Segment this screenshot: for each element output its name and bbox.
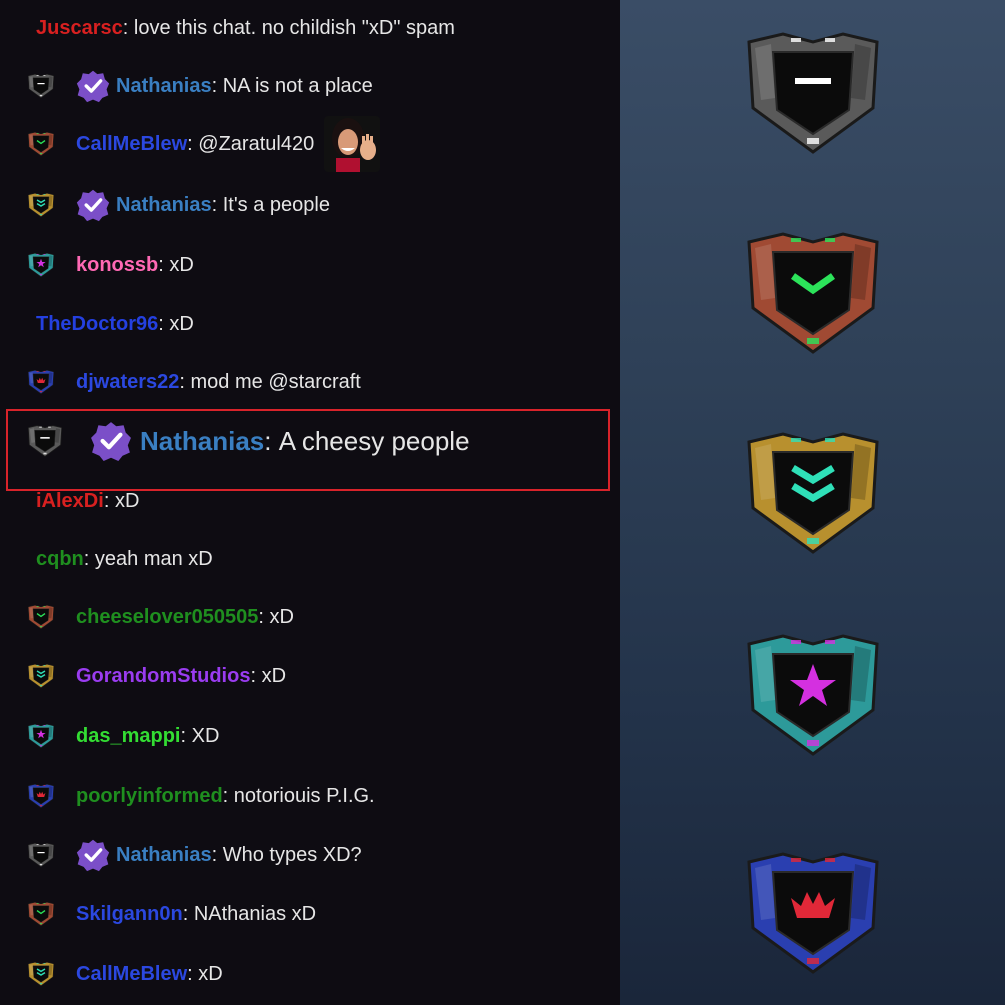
- chat-separator: :: [250, 664, 262, 687]
- gold-rank-icon: [27, 192, 55, 218]
- chat-separator: :: [122, 16, 134, 39]
- chat-message: CallMeBlew: @Zaratul420: [0, 116, 620, 172]
- chat-message: TheDoctor96: xD: [0, 304, 620, 344]
- chat-text: @Zaratul420: [198, 132, 315, 155]
- bronze-rank-icon: [27, 842, 55, 868]
- chat-username[interactable]: Juscarsc: [36, 17, 123, 40]
- chat-separator: :: [180, 724, 192, 747]
- chat-separator: :: [103, 489, 115, 512]
- chat-message: cheeselover050505: xD: [0, 597, 620, 637]
- diamond-rank-icon: [27, 369, 55, 395]
- chat-text: mod me @starcraft: [190, 370, 361, 393]
- verified-badge-icon: [76, 839, 110, 872]
- chat-separator: :: [83, 547, 95, 570]
- chat-username[interactable]: CallMeBlew: [76, 133, 187, 156]
- gold-rank-emblem-icon: [747, 432, 879, 554]
- platinum-rank-emblem-icon: [747, 634, 879, 756]
- chat-message: GorandomStudios: xD: [0, 656, 620, 696]
- chat-username[interactable]: poorlyinformed: [76, 785, 223, 808]
- chat-separator: :: [222, 784, 234, 807]
- chat-username[interactable]: Nathanias: [116, 75, 212, 98]
- gold-rank-icon: [27, 663, 55, 689]
- chat-message: Skilgann0n: NAthanias xD: [0, 894, 620, 934]
- chat-text: xD: [198, 962, 223, 985]
- chat-separator: :: [187, 132, 199, 155]
- chat-message: Juscarsc: love this chat. no childish "x…: [0, 8, 620, 48]
- chat-text: Who types XD?: [222, 843, 362, 866]
- chat-text: xD: [114, 489, 140, 512]
- chat-username[interactable]: Nathanias: [116, 844, 212, 867]
- verified-badge-icon: [76, 70, 110, 103]
- waving-person-emote-icon: [324, 116, 381, 172]
- bronze-rank-icon: [27, 73, 55, 99]
- platinum-rank-icon: [27, 252, 55, 278]
- chat-username[interactable]: cheeselover050505: [76, 606, 258, 629]
- chat-message: Nathanias: It's a people: [0, 185, 620, 225]
- chat-username[interactable]: GorandomStudios: [76, 665, 250, 688]
- chat-message: iAlexDi: xD: [0, 481, 620, 521]
- chat-username[interactable]: das_mappi: [76, 725, 180, 748]
- chat-text: xD: [269, 605, 294, 628]
- chat-text: It's a people: [222, 193, 330, 216]
- chat-username[interactable]: Nathanias: [116, 194, 212, 217]
- chat-text: love this chat. no childish "xD" spam: [133, 16, 455, 39]
- chat-message: CallMeBlew: xD: [0, 954, 620, 994]
- chat-separator: :: [211, 843, 223, 866]
- chat-text: xD: [261, 664, 287, 687]
- chat-text: XD: [191, 724, 220, 747]
- chat-message: djwaters22: mod me @starcraft: [0, 362, 620, 402]
- chat-text: yeah man xD: [94, 547, 213, 570]
- chat-message: Nathanias: NA is not a place: [0, 66, 620, 106]
- chat-separator: :: [179, 370, 191, 393]
- chat-username[interactable]: iAlexDi: [36, 490, 104, 513]
- chat-username[interactable]: Skilgann0n: [76, 903, 183, 926]
- silver-rank-icon: [27, 131, 55, 157]
- platinum-rank-icon: [27, 723, 55, 749]
- chat-separator: :: [187, 962, 199, 985]
- chat-separator: :: [264, 425, 279, 456]
- chat-text: xD: [169, 253, 194, 276]
- chat-text: notoriouis P.I.G.: [233, 784, 375, 807]
- silver-rank-icon: [27, 901, 55, 927]
- chat-separator: :: [211, 193, 223, 216]
- chat-message: Nathanias: Who types XD?: [0, 835, 620, 875]
- chat-separator: :: [211, 74, 223, 97]
- diamond-rank-emblem-icon: [747, 852, 879, 974]
- chat-text: A cheesy people: [278, 425, 470, 456]
- chat-username[interactable]: Nathanias: [140, 426, 264, 457]
- bronze-rank-icon: [27, 425, 63, 457]
- bronze-rank-emblem-icon: [747, 32, 879, 154]
- chat-separator: :: [158, 312, 170, 335]
- gold-rank-icon: [27, 961, 55, 987]
- rank-legend-panel: [620, 0, 1005, 1005]
- chat-username[interactable]: djwaters22: [76, 371, 179, 394]
- silver-rank-icon: [27, 604, 55, 630]
- chat-message: poorlyinformed: notoriouis P.I.G.: [0, 776, 620, 816]
- chat-username[interactable]: TheDoctor96: [36, 313, 158, 336]
- silver-rank-emblem-icon: [747, 232, 879, 354]
- chat-text: NA is not a place: [222, 74, 373, 97]
- chat-message: konossb: xD: [0, 245, 620, 285]
- chat-username[interactable]: CallMeBlew: [76, 963, 187, 986]
- chat-message: das_mappi: XD: [0, 716, 620, 756]
- chat-separator: :: [258, 605, 270, 628]
- chat-separator: :: [158, 253, 170, 276]
- verified-badge-icon: [91, 422, 131, 461]
- diamond-rank-icon: [27, 783, 55, 809]
- chat-message: Nathanias: A cheesy people: [0, 421, 620, 461]
- chat-panel: Juscarsc: love this chat. no childish "x…: [0, 0, 620, 1005]
- chat-username[interactable]: cqbn: [36, 548, 84, 571]
- chat-text: NAthanias xD: [193, 902, 317, 925]
- verified-badge-icon: [76, 189, 110, 222]
- chat-separator: :: [182, 902, 194, 925]
- chat-message: cqbn: yeah man xD: [0, 539, 620, 579]
- chat-text: xD: [169, 312, 194, 335]
- chat-username[interactable]: konossb: [76, 254, 158, 277]
